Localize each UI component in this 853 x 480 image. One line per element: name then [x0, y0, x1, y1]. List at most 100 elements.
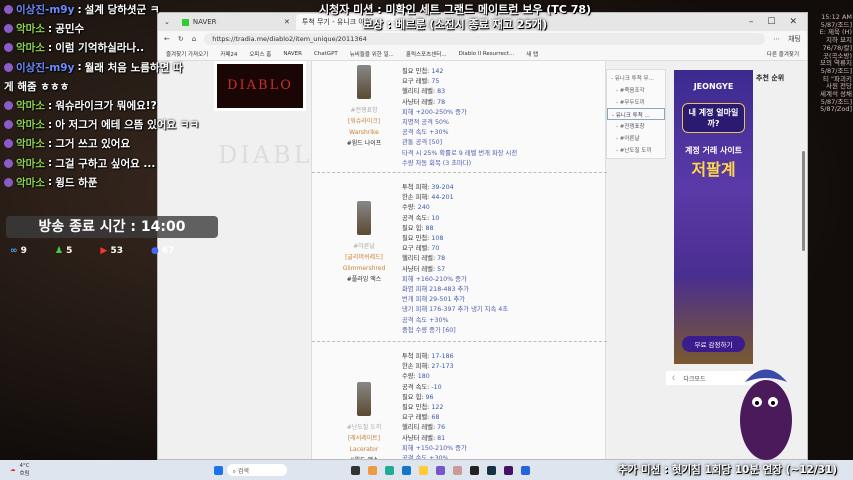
- item-mod: 피해 +160-210% 증가: [402, 275, 467, 283]
- stat-row: 한손 피해: 27-173: [402, 362, 467, 372]
- item-mod: 치명적 공격 50%: [402, 119, 449, 127]
- taskbar-search[interactable]: ⌕ 검색: [226, 464, 287, 476]
- stat-value: 78: [437, 255, 446, 263]
- close-window-icon[interactable]: ✕: [789, 17, 797, 27]
- taskview-icon[interactable]: [350, 465, 360, 475]
- ad-tagline: 계정 거래 사이트: [684, 146, 743, 155]
- bookmark-item[interactable]: Diablo II Resurrect...: [459, 51, 515, 57]
- close-tab-icon[interactable]: ✕: [284, 18, 290, 26]
- item-info: #아른날 [글리머쉬레드] Glimmershred #플라잉 액스: [324, 201, 404, 285]
- chat-message: 게 해줌 ㅎㅎㅎ: [4, 77, 239, 96]
- chat-message: 악마소 : 그걸 구하고 싶어요 ...: [4, 154, 239, 173]
- more-icon[interactable]: ⋯: [773, 35, 780, 43]
- steam-icon[interactable]: [486, 465, 496, 475]
- stat-value: 75: [431, 78, 440, 86]
- edge-icon[interactable]: [401, 465, 411, 475]
- chat-text: 그걸 구하고 싶어요 ...: [55, 157, 156, 170]
- stat-row: 필요 힘: 96: [402, 393, 467, 403]
- stat-value: 10: [431, 214, 440, 222]
- item-stats: 투척 피해: 39-204 한손 피해: 44-201 수량: 240 공격 속도: …: [402, 183, 508, 336]
- stat-value: 108: [431, 235, 444, 243]
- scrollbar[interactable]: [799, 61, 807, 459]
- scrollbar-thumb[interactable]: [802, 151, 805, 251]
- stat-row: 헬리티 레벨: 83: [402, 87, 517, 97]
- app-icon[interactable]: [469, 465, 479, 475]
- stat-label: 투척 피해:: [402, 353, 432, 360]
- stat-label: 요구 레벨:: [402, 78, 432, 86]
- item-image: [357, 65, 371, 99]
- app-icon[interactable]: [520, 465, 530, 475]
- avatar-icon: [4, 5, 13, 15]
- ad-cta-button[interactable]: 무료 감정하기: [682, 336, 745, 352]
- app-icon[interactable]: [435, 465, 445, 475]
- bookmark-item[interactable]: 홀릭스포츠센터...: [406, 50, 447, 58]
- app-icon[interactable]: [384, 465, 394, 475]
- stat-row: 투척 피해: 39-204: [402, 183, 508, 193]
- item-base-type[interactable]: #플라잉 액스: [324, 274, 404, 285]
- chat-username: 이상진-m9y: [16, 61, 75, 74]
- other-bookmarks[interactable]: 다른 즐겨찾기: [767, 50, 799, 58]
- stat-row: 사냥터 레벨: 78: [402, 98, 517, 108]
- chat-username: 이상진-m9y: [16, 4, 75, 17]
- chat-text: 윙드 하푼: [55, 176, 98, 189]
- explorer-icon[interactable]: [418, 465, 428, 475]
- stat-value: -10: [431, 383, 442, 391]
- stat-value: 39-204: [431, 184, 454, 191]
- count-other: ● 67: [150, 246, 175, 256]
- item-base-type[interactable]: #윙드 나이프: [324, 138, 404, 149]
- item-korean-name: [워슈라이크]: [347, 118, 381, 125]
- chat-username: 악마소: [16, 119, 45, 132]
- chat-text: 그거 쓰고 있어요: [55, 138, 131, 151]
- ranking-label: 추천 순위: [756, 74, 785, 82]
- chat-overlay: 이상진-m9y : 설계 당하셧군 ㅋ 악마소 : 공민수 악마소 : 이럼 기억하…: [4, 0, 239, 192]
- item-english-name: Glimmershred: [342, 265, 386, 272]
- eggplant-avatar: [740, 369, 792, 460]
- stat-value: 83: [437, 88, 446, 96]
- stat-label: 필요 힘:: [402, 224, 426, 232]
- chrome-icon[interactable]: [367, 465, 377, 475]
- toc-item[interactable]: - #무두도끼: [607, 96, 665, 108]
- stat-row: 요구 레벨: 75: [402, 77, 517, 87]
- chat-message: 악마소 : 윙드 하푼: [4, 173, 239, 192]
- stat-value: 81: [437, 434, 446, 442]
- app-icon[interactable]: [503, 465, 513, 475]
- item-stats: 필요 민첩: 142 요구 레벨: 75 헬리티 레벨: 83 사냥터 레벨: 78 피…: [402, 67, 517, 169]
- info-line: 5/87/Zod]: [820, 105, 852, 114]
- stat-row: 투척 피해: 17-186: [402, 352, 467, 362]
- item-korean-name: [글리머쉬레드]: [345, 254, 383, 261]
- toc-item[interactable]: - #죽음조각: [607, 84, 665, 96]
- avatar-icon: [4, 120, 13, 130]
- separator: :: [47, 99, 53, 112]
- toc-item[interactable]: - #전쟁표창: [607, 120, 665, 132]
- toc-item[interactable]: - 유니크 투척 무...: [607, 72, 665, 84]
- item-tag: #아른날: [353, 243, 375, 250]
- app-icon[interactable]: [452, 465, 462, 475]
- separator: :: [77, 61, 82, 74]
- bookmark-item[interactable]: 오피스 홈: [249, 50, 271, 58]
- item-tag: #난도질 도끼: [346, 424, 382, 431]
- start-icon[interactable]: [213, 465, 223, 475]
- toc-item[interactable]: - #아른날: [607, 132, 665, 144]
- bookmark-item[interactable]: ChatGPT: [314, 51, 338, 57]
- advertisement[interactable]: JEONGYE 내 계정 얼마일까? 계정 거래 사이트 저팔계 무료 감정하기: [674, 70, 753, 364]
- chat-text: 이럼 기억하실라나..: [55, 42, 145, 55]
- maximize-icon[interactable]: ☐: [767, 17, 775, 27]
- stat-value: 44-201: [431, 194, 454, 202]
- item-mod: 공격 속도 +30%: [402, 316, 449, 324]
- stat-row: 요구 레벨: 68: [402, 413, 467, 423]
- minimize-icon[interactable]: –: [749, 17, 754, 27]
- chat-text: 게 해줌 ㅎㅎㅎ: [4, 80, 70, 93]
- url-input[interactable]: https://tradia.me/diablo2/item_unique/20…: [204, 33, 766, 45]
- weather-widget[interactable]: ☁ 4°C 흐림: [0, 463, 30, 477]
- bookmark-item[interactable]: 뉴비들을 위한 일...: [350, 50, 394, 58]
- toc-item[interactable]: - #난도질 도끼: [607, 144, 665, 156]
- item-mod: 화염 피해 218-483 추가: [402, 286, 470, 294]
- stat-value: 17-186: [431, 353, 454, 360]
- toc-item[interactable]: - 유니크 투척 ...: [607, 108, 665, 120]
- bookmark-item[interactable]: 새 탭: [526, 50, 538, 58]
- stat-row: 필요 민첩: 142: [402, 67, 517, 77]
- bookmark-item[interactable]: NAVER: [283, 51, 302, 57]
- separator: :: [47, 118, 53, 131]
- copilot-button[interactable]: 채팅: [788, 34, 801, 44]
- stat-row: 한손 피해: 44-201: [402, 193, 508, 203]
